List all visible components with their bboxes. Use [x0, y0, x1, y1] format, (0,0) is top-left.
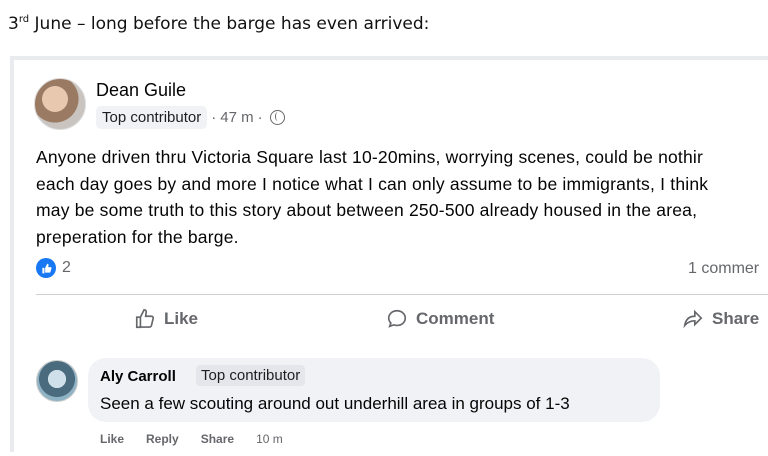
caption-text: June – long before the barge has even ar…: [29, 14, 430, 34]
comment-count[interactable]: 1 commer: [688, 260, 759, 278]
caption-date-suffix: rd: [18, 14, 30, 25]
comment-like-link[interactable]: Like: [100, 432, 124, 446]
reaction-summary[interactable]: 2: [36, 258, 71, 278]
comment-share-link[interactable]: Share: [201, 432, 234, 446]
post-body: Anyone driven thru Victoria Square last …: [36, 144, 768, 250]
comment-top-contributor-badge[interactable]: Top contributor: [196, 365, 306, 386]
divider: [36, 294, 768, 295]
comment-button[interactable]: Comment: [386, 308, 494, 330]
like-reaction-icon: [36, 258, 56, 278]
thumbs-up-icon: [135, 309, 155, 329]
share-button[interactable]: Share: [682, 308, 759, 330]
author-avatar[interactable]: [34, 78, 86, 130]
speech-bubble-icon: [387, 309, 407, 328]
comment-author-name[interactable]: Aly Carroll: [100, 368, 176, 385]
post-time[interactable]: 47 m: [220, 109, 253, 126]
top-contributor-badge[interactable]: Top contributor: [96, 106, 208, 129]
comment-bubble: Aly Carroll Top contributor Seen a few s…: [88, 358, 660, 422]
meta-separator: ·: [211, 109, 217, 126]
like-button[interactable]: Like: [134, 308, 198, 330]
comment-reply-link[interactable]: Reply: [146, 432, 179, 446]
globe-icon: [269, 110, 285, 125]
post-author-name[interactable]: Dean Guile: [96, 80, 186, 101]
caption-date: 3: [8, 14, 19, 34]
comment-actions: Like Reply Share 10 m: [100, 432, 283, 446]
page-caption: 3rd June – long before the barge has eve…: [8, 14, 429, 34]
post-text-line: each day goes by and more I notice what …: [36, 173, 709, 194]
share-arrow-icon: [683, 309, 703, 329]
like-count: 2: [62, 259, 71, 276]
comment-time[interactable]: 10 m: [256, 432, 283, 446]
comment-button-label: Comment: [416, 309, 495, 328]
post-text-line: may be some truth to this story about be…: [36, 200, 698, 220]
comment-text: Seen a few scouting around out underhill…: [100, 394, 570, 413]
post-meta: Top contributor · 47 m ·: [96, 106, 285, 129]
share-button-label: Share: [712, 309, 760, 328]
meta-separator: ·: [257, 109, 263, 126]
like-button-label: Like: [164, 309, 199, 328]
facebook-post-card: Dean Guile Top contributor · 47 m · Anyo…: [10, 56, 768, 452]
post-text-line: Anyone driven thru Victoria Square last …: [36, 147, 704, 167]
commenter-avatar[interactable]: [36, 360, 78, 402]
post-text-line: preperation for the barge.: [36, 226, 239, 247]
